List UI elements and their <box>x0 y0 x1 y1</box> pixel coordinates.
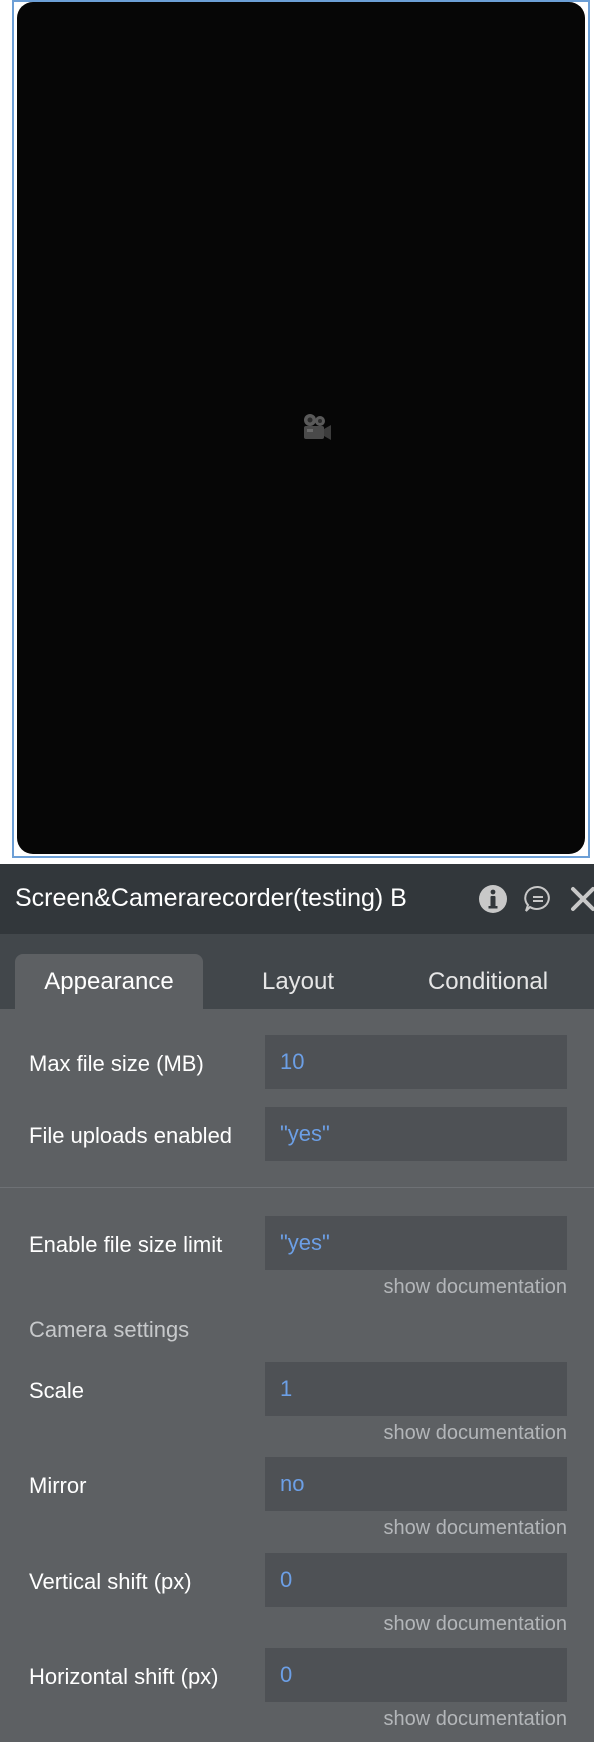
mirror-field[interactable]: no <box>265 1457 567 1511</box>
tab-layout[interactable]: Layout <box>203 954 393 1009</box>
close-icon[interactable] <box>568 884 594 914</box>
max-file-size-field[interactable]: 10 <box>265 1035 567 1089</box>
info-icon[interactable] <box>478 884 508 914</box>
horizontal-shift-field[interactable]: 0 <box>265 1648 567 1702</box>
file-uploads-enabled-label: File uploads enabled <box>29 1123 233 1148</box>
camera-settings-heading: Camera settings <box>29 1317 190 1342</box>
vertical-shift-label: Vertical shift (px) <box>29 1569 192 1594</box>
tab-bar: Appearance Layout Conditional <box>0 934 594 1009</box>
show-documentation-link[interactable]: show documentation <box>384 1517 567 1540</box>
horizontal-shift-label: Horizontal shift (px) <box>29 1664 219 1689</box>
property-editor-panel: Screen&Camerarecorder(testing) B Appeara… <box>0 864 594 1742</box>
show-documentation-link[interactable]: show documentation <box>384 1276 567 1299</box>
max-file-size-label: Max file size (MB) <box>29 1051 204 1076</box>
recorder-preview <box>17 2 585 854</box>
comment-icon[interactable] <box>523 884 553 914</box>
enable-file-size-limit-field[interactable]: "yes" <box>265 1216 567 1270</box>
vertical-shift-field[interactable]: 0 <box>265 1553 567 1607</box>
file-uploads-enabled-field[interactable]: "yes" <box>265 1107 567 1161</box>
show-documentation-link[interactable]: show documentation <box>384 1422 567 1445</box>
scale-field[interactable]: 1 <box>265 1362 567 1416</box>
panel-title[interactable]: Screen&Camerarecorder(testing) B <box>15 884 407 913</box>
tab-appearance[interactable]: Appearance <box>15 954 203 1009</box>
tab-conditional[interactable]: Conditional <box>393 954 583 1009</box>
section-divider <box>0 1187 594 1188</box>
enable-file-size-limit-label: Enable file size limit <box>29 1232 223 1257</box>
selected-element-frame[interactable] <box>12 0 590 858</box>
show-documentation-link[interactable]: show documentation <box>384 1708 567 1731</box>
panel-header: Screen&Camerarecorder(testing) B <box>0 864 594 934</box>
mirror-label: Mirror <box>29 1473 87 1498</box>
scale-label: Scale <box>29 1378 85 1403</box>
show-documentation-link[interactable]: show documentation <box>384 1613 567 1636</box>
canvas-preview <box>0 0 594 864</box>
video-camera-icon <box>304 414 331 440</box>
